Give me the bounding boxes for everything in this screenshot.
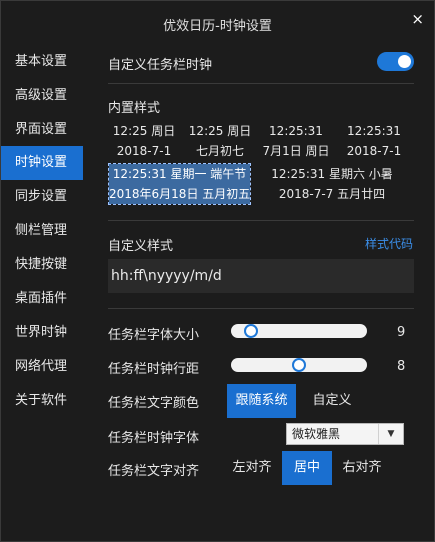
divider: [108, 83, 414, 84]
style-code-link[interactable]: 样式代码: [365, 235, 413, 252]
preset-line: 12:25:31 星期一 端午节: [112, 167, 247, 181]
preset-style-5[interactable]: 12:25:31 星期一 端午节 2018年6月18日 五月初五: [108, 163, 251, 205]
sidebar-item-sidebar-manage[interactable]: 侧栏管理: [1, 214, 83, 248]
close-icon[interactable]: ×: [411, 10, 424, 28]
sidebar-item-clock[interactable]: 时钟设置: [1, 146, 83, 180]
sidebar-item-about[interactable]: 关于软件: [1, 384, 83, 418]
preset-line: 12:25 周日: [112, 124, 176, 138]
sidebar-item-hotkeys[interactable]: 快捷按键: [1, 248, 83, 282]
line-spacing-value: 8: [397, 359, 406, 374]
clock-font-label: 任务栏时钟字体: [108, 431, 200, 446]
chevron-down-icon[interactable]: ▼: [378, 424, 403, 444]
preset-line: 12:25:31: [269, 124, 323, 138]
sidebar-item-advanced[interactable]: 高级设置: [1, 79, 83, 113]
sidebar-item-world-clock[interactable]: 世界时钟: [1, 316, 83, 350]
line-spacing-label: 任务栏时钟行距: [108, 362, 200, 377]
divider: [108, 308, 414, 309]
font-size-label: 任务栏字体大小: [108, 328, 200, 343]
preset-line: 12:25:31: [347, 124, 401, 138]
custom-format-input[interactable]: hh:ff\nyyyy/m/d: [108, 259, 414, 293]
window-title: 优效日历-时钟设置: [163, 19, 272, 34]
text-align-label: 任务栏文字对齐: [108, 464, 200, 479]
preset-style-2[interactable]: 12:25 周日 七月初七: [186, 121, 254, 161]
preset-style-1[interactable]: 12:25 周日 2018-7-1: [110, 121, 178, 161]
preset-style-6[interactable]: 12:25:31 星期六 小暑 2018-7-7 五月廿四: [268, 164, 396, 204]
sidebar-item-basic[interactable]: 基本设置: [1, 45, 83, 79]
custom-clock-toggle[interactable]: [377, 52, 414, 71]
preset-line: 12:25:31 星期六 小暑: [271, 167, 393, 181]
preset-line: 7月1日 周日: [262, 144, 330, 158]
custom-clock-label: 自定义任务栏时钟: [108, 58, 213, 73]
preset-line: 2018-7-1: [346, 144, 402, 158]
settings-window: 优效日历-时钟设置 × 基本设置 高级设置 界面设置 时钟设置 同步设置 侧栏管…: [0, 0, 435, 542]
custom-style-label: 自定义样式: [108, 239, 174, 254]
font-size-slider[interactable]: [231, 324, 367, 338]
slider-thumb[interactable]: [244, 324, 259, 338]
preset-line: 2018-7-1: [116, 144, 172, 158]
builtin-styles-label: 内置样式: [108, 101, 161, 116]
sidebar-item-desktop-widgets[interactable]: 桌面插件: [1, 282, 83, 316]
preset-style-3[interactable]: 12:25:31 7月1日 周日: [260, 121, 332, 161]
align-center-button[interactable]: 居中: [282, 451, 332, 485]
line-spacing-slider[interactable]: [231, 358, 367, 372]
slider-thumb[interactable]: [292, 358, 306, 372]
preset-line: 2018-7-7 五月廿四: [278, 187, 386, 201]
title-bar: 优效日历-时钟设置 ×: [1, 1, 434, 41]
sidebar-item-proxy[interactable]: 网络代理: [1, 350, 83, 384]
preset-line: 七月初七: [195, 144, 244, 158]
custom-color-button[interactable]: 自定义: [302, 384, 362, 418]
toggle-knob: [398, 55, 411, 68]
preset-style-4[interactable]: 12:25:31 2018-7-1: [340, 121, 408, 161]
align-left-button[interactable]: 左对齐: [227, 451, 277, 485]
text-color-label: 任务栏文字颜色: [108, 396, 200, 411]
sidebar-item-sync[interactable]: 同步设置: [1, 180, 83, 214]
clock-font-value: 微软雅黑: [292, 427, 341, 441]
preset-line: 2018年6月18日 五月初五: [109, 187, 251, 201]
font-size-value: 9: [397, 325, 406, 340]
divider: [108, 220, 414, 221]
align-right-button[interactable]: 右对齐: [337, 451, 387, 485]
sidebar-item-interface[interactable]: 界面设置: [1, 113, 83, 147]
clock-font-select[interactable]: 微软雅黑 ▼: [286, 423, 404, 445]
follow-system-color-button[interactable]: 跟随系统: [227, 384, 296, 418]
preset-line: 12:25 周日: [188, 124, 252, 138]
